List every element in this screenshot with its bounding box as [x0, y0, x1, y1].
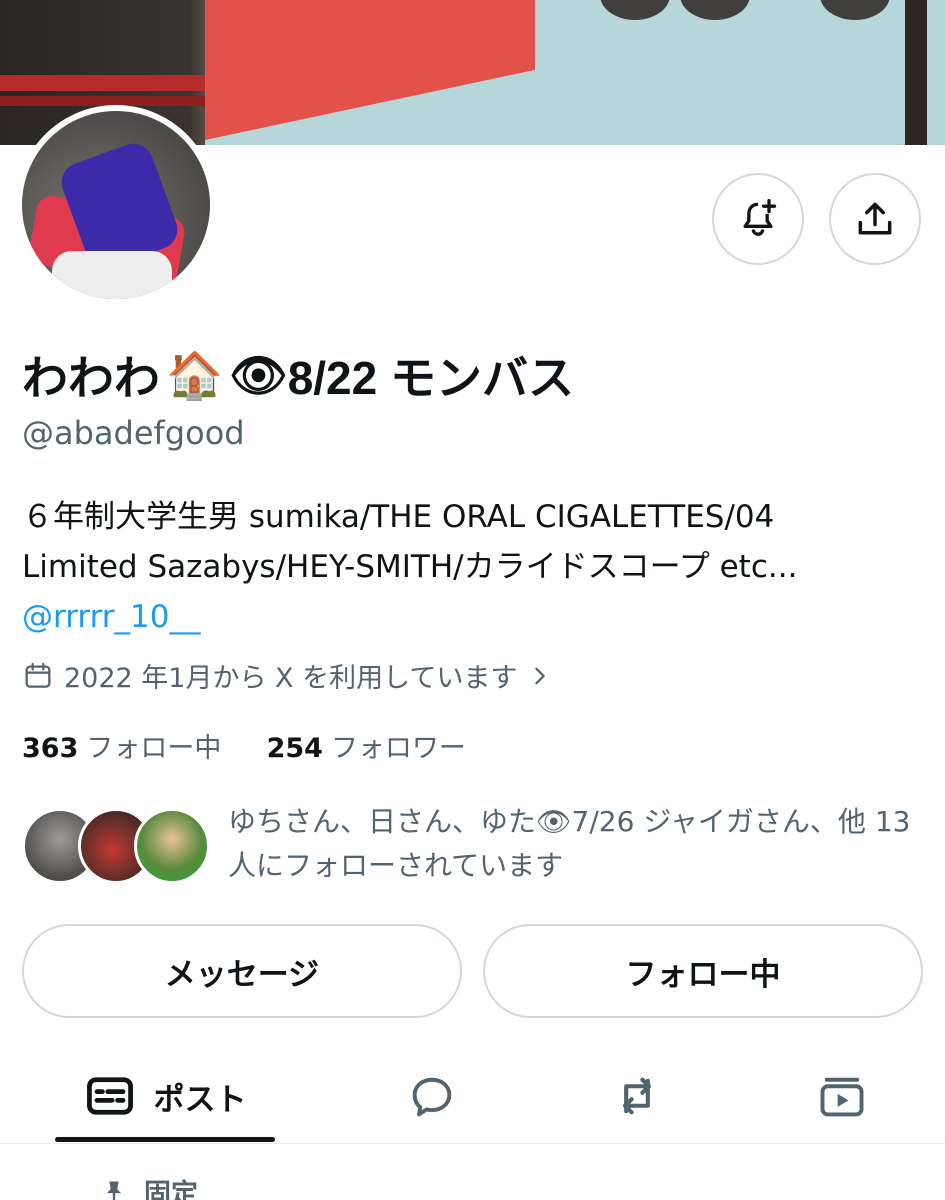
followers-link[interactable]: 254 フォロワー [267, 733, 466, 764]
banner-decor [905, 0, 927, 145]
known-followers-avatars[interactable] [22, 808, 212, 888]
followers-label: フォロワー [330, 733, 466, 764]
active-tab-indicator [55, 1137, 275, 1142]
bio-line: Limited Sazabys/HEY-SMITH/カライドスコープ etc..… [22, 549, 798, 585]
display-name-text: わわわ [22, 352, 160, 404]
follow-stats: 363 フォロー中 254 フォロワー [22, 726, 466, 765]
pinned-indicator: 固定 [100, 1172, 198, 1200]
bio-mention-link[interactable]: @rrrrr_10__ [22, 592, 922, 642]
joined-text: 2022 年1月から X を利用しています [64, 663, 518, 694]
profile-avatar[interactable] [16, 105, 216, 305]
avatar [134, 808, 210, 884]
tabs-divider [0, 1143, 945, 1144]
eye-emoji: 👁 [229, 348, 288, 401]
following-link[interactable]: 363 フォロー中 [22, 733, 230, 764]
banner-decor [0, 75, 210, 91]
tab-reposts[interactable] [577, 1050, 697, 1142]
reply-bubble-icon [412, 1077, 452, 1117]
media-icon [820, 1077, 864, 1117]
notify-button[interactable] [712, 173, 804, 265]
profile-bio: ６年制大学生男 sumika/THE ORAL CIGALETTES/04 Li… [22, 492, 922, 642]
profile-display-name: わわわ 🏠 👁 8/22 モンバス [22, 342, 574, 408]
profile-tabs: ポスト [0, 1050, 945, 1142]
tab-replies[interactable] [372, 1050, 492, 1142]
posts-icon [86, 1077, 133, 1115]
followers-count: 254 [266, 733, 323, 764]
known-followers-text[interactable]: ゆちさん、日さん、ゆた👁7/26 ジャイガさん、他 13 人にフォローされていま… [228, 800, 928, 888]
pinned-label: 固定 [144, 1179, 198, 1200]
share-icon [858, 202, 892, 235]
joined-date[interactable]: 2022 年1月から X を利用しています [22, 656, 561, 695]
message-button[interactable]: メッセージ [22, 924, 462, 1018]
tab-posts[interactable]: ポスト [55, 1050, 275, 1142]
house-emoji: 🏠 [166, 348, 224, 401]
avatar-image [22, 111, 210, 299]
repost-icon [623, 1077, 651, 1115]
share-button[interactable] [829, 173, 921, 265]
calendar-icon [25, 662, 51, 688]
following-label: フォロー中 [86, 733, 222, 764]
banner-decor [0, 96, 210, 106]
tab-media[interactable] [782, 1050, 902, 1142]
tab-posts-label: ポスト [153, 1081, 247, 1118]
avatar-decor [52, 251, 172, 299]
display-name-suffix: 8/22 モンバス [287, 352, 574, 404]
following-button[interactable]: フォロー中 [483, 924, 923, 1018]
profile-page: わわわ 🏠 👁 8/22 モンバス @abadefgood ６年制大学生男 su… [0, 0, 945, 1200]
profile-handle: @abadefgood [22, 414, 245, 452]
bell-plus-icon [743, 199, 777, 236]
following-count: 363 [22, 733, 79, 764]
bio-line: ６年制大学生男 sumika/THE ORAL CIGALETTES/04 [22, 499, 775, 535]
pin-icon [107, 1181, 121, 1200]
chevron-right-icon [535, 667, 546, 684]
